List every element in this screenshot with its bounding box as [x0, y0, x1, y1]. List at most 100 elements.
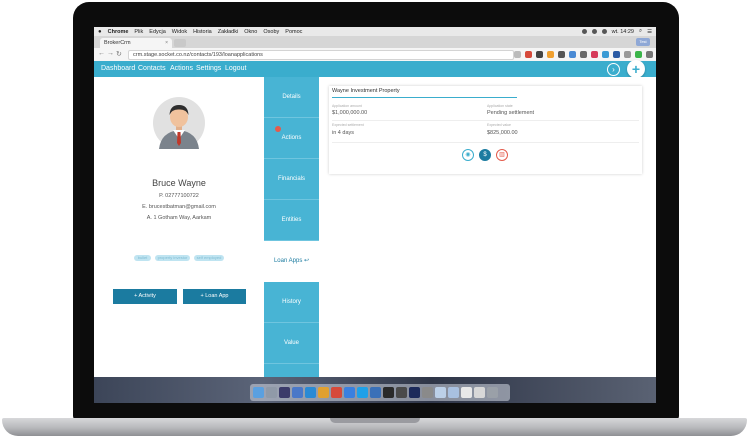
nav-dashboard[interactable]: Dashboard — [101, 61, 135, 77]
contact-side-menu: Details Actions Financials Entities Loan… — [264, 77, 319, 377]
menu-view[interactable]: Widok — [172, 29, 187, 35]
forward-icon[interactable]: → — [107, 50, 114, 57]
contact-email[interactable]: E. brucestbatman@gmail.com — [94, 204, 264, 210]
apple-menu-icon[interactable]: ● — [98, 29, 102, 35]
side-item-loan-apps[interactable]: Loan Apps ↩ — [264, 241, 319, 282]
document-icon[interactable] — [461, 387, 472, 398]
side-item-actions[interactable]: Actions — [264, 118, 319, 159]
extension-icon[interactable] — [646, 51, 653, 58]
trash-icon[interactable]: ▥ — [496, 149, 508, 161]
document-icon[interactable] — [474, 387, 485, 398]
tag-pill[interactable]: bullet — [134, 255, 151, 261]
loan-apps-content: Wayne Investment Property Application am… — [319, 77, 656, 377]
profile-button[interactable]: Test — [636, 38, 650, 46]
avatar — [153, 97, 205, 149]
app-icon[interactable] — [370, 387, 381, 398]
nav-contacts[interactable]: Contacts — [138, 61, 166, 77]
folder-icon[interactable] — [435, 387, 446, 398]
mac-menu-bar: ● Chrome Plik Edycja Widok Historia Zakł… — [94, 27, 656, 36]
launchpad-icon[interactable] — [266, 387, 277, 398]
firefox-icon[interactable] — [318, 387, 329, 398]
side-item-label: Actions — [281, 135, 302, 141]
list-icon[interactable]: ☰ — [647, 29, 652, 35]
wifi-icon[interactable] — [591, 29, 597, 34]
menu-people[interactable]: Osoby — [263, 29, 279, 35]
nav-settings[interactable]: Settings — [196, 61, 221, 77]
extension-icon[interactable] — [624, 51, 631, 58]
tab-close-icon[interactable]: × — [165, 40, 168, 46]
battery-icon[interactable] — [601, 29, 607, 34]
extension-icon[interactable] — [635, 51, 642, 58]
menu-edit[interactable]: Edycja — [149, 29, 166, 35]
menu-window[interactable]: Okno — [244, 29, 257, 35]
contact-phone: P. 02777100722 — [159, 193, 199, 199]
nav-logout[interactable]: Logout — [225, 61, 246, 77]
loan-application-card[interactable]: Wayne Investment Property Application am… — [329, 86, 642, 174]
expected-value-value: $825,000.00 — [487, 130, 518, 136]
trash-icon[interactable] — [487, 387, 498, 398]
extension-icon[interactable] — [580, 51, 587, 58]
browser-tab[interactable]: BrokerCrm × — [100, 38, 172, 48]
photoshop-icon[interactable] — [409, 387, 420, 398]
contact-name: Bruce Wayne — [152, 178, 206, 188]
menu-app-name[interactable]: Chrome — [108, 29, 129, 35]
extension-icon[interactable] — [602, 51, 609, 58]
menu-help[interactable]: Pomoc — [285, 29, 302, 35]
extension-icon[interactable] — [613, 51, 620, 58]
side-item-history[interactable]: History — [264, 282, 319, 323]
side-item-financials[interactable]: Financials — [264, 159, 319, 200]
browser-tab-bar: BrokerCrm × Test — [94, 36, 656, 48]
extension-icon[interactable] — [525, 51, 532, 58]
eye-icon[interactable]: ◉ — [462, 149, 474, 161]
application-state-label: Application state — [487, 104, 513, 108]
menu-bookmarks[interactable]: Zakładki — [218, 29, 238, 35]
menu-clock[interactable]: wt. 14:29 — [612, 29, 634, 35]
extension-icons — [514, 51, 656, 58]
folder-icon[interactable] — [448, 387, 459, 398]
new-tab-button[interactable] — [174, 39, 186, 47]
star-icon[interactable] — [514, 51, 521, 58]
safari-icon[interactable] — [305, 387, 316, 398]
menu-status-area: wt. 14:29 ⌕ ☰ — [581, 28, 656, 35]
tag-pill[interactable]: property investor — [155, 255, 190, 261]
address-bar[interactable]: crm.stage.socket.co.nz/contacts/193/loan… — [128, 50, 514, 60]
app-icon[interactable] — [396, 387, 407, 398]
chrome-icon[interactable] — [331, 387, 342, 398]
reload-icon[interactable]: ↻ — [116, 50, 122, 58]
extension-icon[interactable] — [536, 51, 543, 58]
extension-icon[interactable] — [569, 51, 576, 58]
chevron-right-icon[interactable]: › — [607, 63, 620, 76]
finder-icon[interactable] — [253, 387, 264, 398]
side-item-entities[interactable]: Entities — [264, 200, 319, 241]
nav-actions[interactable]: Actions — [170, 61, 193, 77]
mac-dock — [250, 384, 510, 401]
money-bag-icon[interactable]: $ — [479, 149, 491, 161]
tab-title: BrokerCrm — [104, 40, 131, 46]
add-loan-app-button[interactable]: + Loan App — [183, 289, 246, 304]
expected-settlement-value: in 4 days — [332, 130, 355, 136]
expected-value-label: Expected value — [487, 123, 511, 127]
status-icon[interactable] — [581, 29, 587, 34]
app-icon[interactable] — [344, 387, 355, 398]
search-icon[interactable]: ⌕ — [639, 28, 642, 35]
skype-icon[interactable] — [357, 387, 368, 398]
side-item-details[interactable]: Details — [264, 77, 319, 118]
app-icon[interactable] — [292, 387, 303, 398]
menu-file[interactable]: Plik — [134, 29, 143, 35]
menu-history[interactable]: Historia — [193, 29, 212, 35]
add-activity-button[interactable]: + Activity — [113, 289, 177, 304]
app-icon[interactable] — [279, 387, 290, 398]
terminal-icon[interactable] — [383, 387, 394, 398]
extension-icon[interactable] — [547, 51, 554, 58]
return-arrow-icon: ↩ — [304, 258, 310, 264]
back-icon[interactable]: ← — [98, 50, 105, 57]
extension-icon[interactable] — [591, 51, 598, 58]
app-navbar: Dashboard Contacts Actions Settings Logo… — [94, 60, 656, 78]
add-button[interactable]: + — [627, 60, 645, 78]
app-icon[interactable] — [422, 387, 433, 398]
tag-pill[interactable]: self employed — [194, 255, 224, 261]
notification-badge — [275, 126, 281, 132]
contact-profile-panel: Bruce Wayne P. 02777100722 E. brucestbat… — [94, 77, 264, 377]
side-item-value[interactable]: Value — [264, 323, 319, 364]
extension-icon[interactable] — [558, 51, 565, 58]
